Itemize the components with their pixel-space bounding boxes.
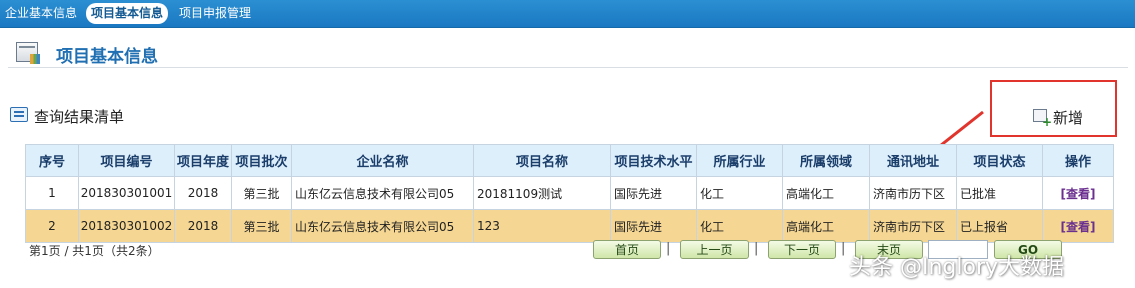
cell-index: 1 (25, 176, 79, 210)
first-page-button[interactable]: 首页 (593, 240, 661, 259)
pagination-info: 第1页 / 共1页（共2条） (29, 244, 160, 258)
next-page-button[interactable]: 下一页 (768, 240, 836, 259)
pager-separator: | (841, 241, 846, 256)
page-number-input[interactable] (928, 240, 988, 259)
top-nav: 企业基本信息 项目基本信息 项目申报管理 (0, 0, 1135, 28)
cell-project-name: 20181109测试 (473, 176, 611, 210)
cell-field: 高端化工 (782, 209, 870, 243)
cell-action: [查看] (1042, 176, 1114, 210)
list-icon (10, 107, 28, 122)
col-header: 通讯地址 (869, 144, 957, 177)
page-title: 项目基本信息 (56, 47, 158, 67)
add-button-label: 新增 (1053, 109, 1084, 127)
pager-separator: | (666, 241, 671, 256)
last-page-button[interactable]: 末页 (855, 240, 923, 259)
cell-project-code: 201830301002 (78, 209, 175, 243)
col-header: 项目批次 (231, 144, 292, 177)
table-header-row: 序号 项目编号 项目年度 项目批次 企业名称 项目名称 项目技术水平 所属行业 … (25, 144, 1114, 177)
cell-index: 2 (25, 209, 79, 243)
cell-tech-level: 国际先进 (610, 176, 697, 210)
cell-field: 高端化工 (782, 176, 870, 210)
col-header: 项目技术水平 (610, 144, 697, 177)
col-header: 所属领域 (782, 144, 870, 177)
table-row[interactable]: 1 201830301001 2018 第三批 山东亿云信息技术有限公司05 2… (25, 176, 1114, 210)
cell-address: 济南市历下区 (869, 176, 957, 210)
cell-industry: 化工 (696, 209, 783, 243)
col-header: 项目年度 (174, 144, 232, 177)
cell-tech-level: 国际先进 (610, 209, 697, 243)
view-link[interactable]: [查看] (1061, 220, 1096, 234)
cell-project-name: 123 (473, 209, 611, 243)
col-header: 项目状态 (956, 144, 1043, 177)
cell-year: 2018 (174, 176, 232, 210)
cell-batch: 第三批 (231, 176, 292, 210)
col-header: 序号 (25, 144, 79, 177)
table-row[interactable]: 2 201830301002 2018 第三批 山东亿云信息技术有限公司05 1… (25, 209, 1114, 243)
pager-separator: | (754, 241, 759, 256)
prev-page-button[interactable]: 上一页 (680, 240, 749, 259)
cell-company: 山东亿云信息技术有限公司05 (291, 176, 474, 210)
heading-divider (8, 67, 1128, 68)
cell-status: 已上报省 (956, 209, 1043, 243)
page-icon (16, 42, 40, 64)
cell-project-code: 201830301001 (78, 176, 175, 210)
col-header: 项目编号 (78, 144, 175, 177)
cell-batch: 第三批 (231, 209, 292, 243)
cell-year: 2018 (174, 209, 232, 243)
results-title: 查询结果清单 (34, 108, 125, 126)
cell-address: 济南市历下区 (869, 209, 957, 243)
add-icon (1033, 109, 1052, 128)
tab-project-info[interactable]: 项目基本信息 (86, 3, 169, 24)
view-link[interactable]: [查看] (1061, 187, 1096, 201)
go-button[interactable]: GO (994, 240, 1062, 259)
tab-enterprise-info[interactable]: 企业基本信息 (0, 3, 82, 24)
cell-industry: 化工 (696, 176, 783, 210)
cell-company: 山东亿云信息技术有限公司05 (291, 209, 474, 243)
results-table: 序号 项目编号 项目年度 项目批次 企业名称 项目名称 项目技术水平 所属行业 … (25, 144, 1114, 243)
col-header: 企业名称 (291, 144, 474, 177)
cell-action: [查看] (1042, 209, 1114, 243)
col-header: 操作 (1042, 144, 1114, 177)
cell-status: 已批准 (956, 176, 1043, 210)
col-header: 所属行业 (696, 144, 783, 177)
col-header: 项目名称 (473, 144, 611, 177)
tab-project-declaration[interactable]: 项目申报管理 (174, 3, 256, 24)
